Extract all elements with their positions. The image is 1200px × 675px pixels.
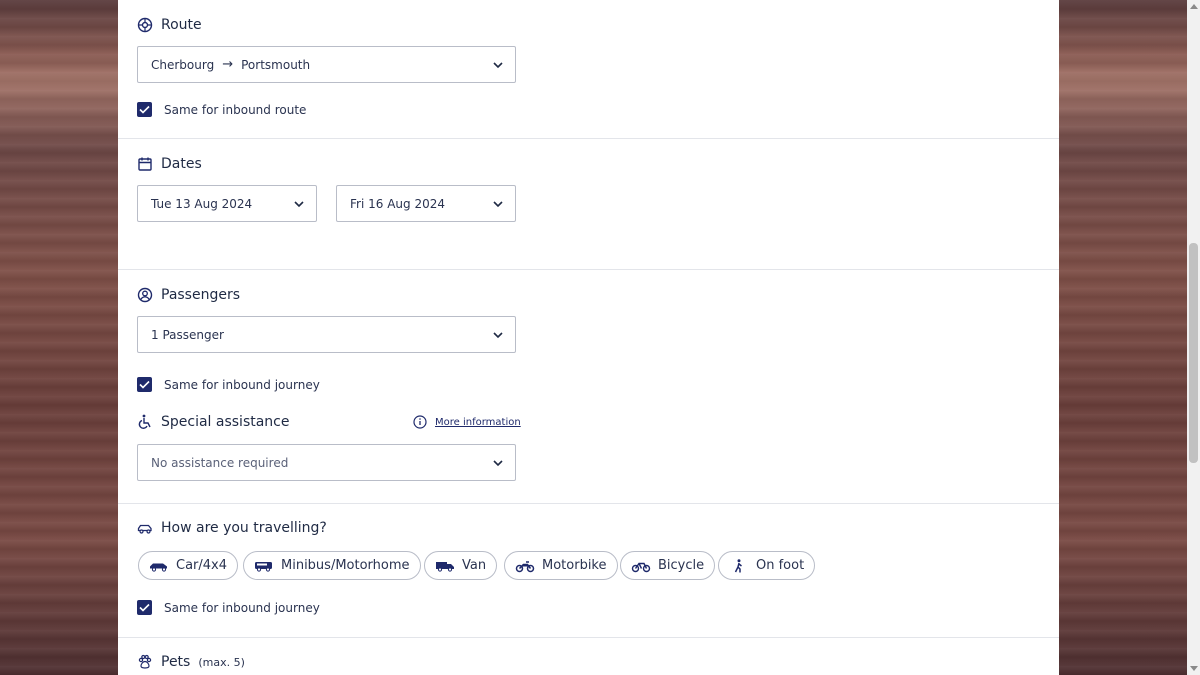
bicycle-icon: [631, 559, 651, 573]
travel-option-label: Bicycle: [658, 558, 705, 573]
booking-form-panel: Route Cherbourg → Portsmouth Same for in…: [118, 0, 1059, 675]
travel-option-bicycle[interactable]: Bicycle: [620, 551, 716, 580]
assistance-title: Special assistance: [161, 414, 290, 430]
checkbox-checked[interactable]: [137, 600, 152, 615]
chevron-down-icon: [493, 62, 503, 69]
route-same-checkbox-row[interactable]: Same for inbound route: [137, 102, 306, 117]
pets-header: Pets (max. 5): [137, 654, 245, 670]
chevron-down-icon: [294, 201, 304, 208]
assistance-header: Special assistance: [137, 414, 290, 430]
van-icon: [435, 559, 455, 573]
travel-option-car[interactable]: Car/4x4: [138, 551, 239, 580]
passengers-section: Passengers 1 Passenger Same for inbound …: [118, 270, 1059, 504]
more-information-text[interactable]: More information: [435, 417, 521, 428]
calendar-icon: [137, 156, 153, 172]
checkmark-icon: [139, 603, 150, 612]
dates-section: Dates Tue 13 Aug 2024 Fri 16 Aug 2024: [118, 139, 1059, 270]
vehicle-icon: [137, 520, 153, 536]
assistance-value: No assistance required: [151, 455, 289, 470]
checkmark-icon: [139, 380, 150, 389]
chevron-down-icon: [493, 332, 503, 339]
chevron-down-icon: [493, 201, 503, 208]
travel-option-label: Minibus/Motorhome: [281, 558, 410, 573]
passengers-same-label: Same for inbound journey: [164, 377, 320, 392]
route-icon: [137, 17, 153, 33]
outbound-date-select[interactable]: Tue 13 Aug 2024: [137, 185, 317, 222]
minibus-icon: [254, 559, 274, 573]
travel-option-on-foot[interactable]: On foot: [718, 551, 816, 580]
motorbike-icon: [515, 559, 535, 573]
route-header: Route: [137, 17, 202, 33]
passengers-header: Passengers: [137, 287, 240, 303]
dates-title: Dates: [161, 156, 202, 172]
travel-same-label: Same for inbound journey: [164, 600, 320, 615]
route-select[interactable]: Cherbourg → Portsmouth: [137, 46, 516, 83]
route-from: Cherbourg: [151, 57, 215, 72]
pets-title: Pets: [161, 654, 191, 670]
scroll-up-arrow-icon[interactable]: [1190, 4, 1198, 9]
passengers-title: Passengers: [161, 287, 241, 303]
more-information-link[interactable]: More information: [413, 415, 521, 429]
passengers-same-checkbox-row[interactable]: Same for inbound journey: [137, 377, 320, 392]
wheelchair-icon: [137, 414, 153, 430]
travel-option-minibus[interactable]: Minibus/Motorhome: [243, 551, 421, 580]
pets-section: Pets (max. 5): [118, 638, 1059, 675]
outbound-date-value: Tue 13 Aug 2024: [151, 196, 253, 211]
travel-option-van[interactable]: Van: [424, 551, 498, 580]
route-same-label: Same for inbound route: [164, 102, 307, 117]
travel-option-label: Motorbike: [542, 558, 607, 573]
walking-icon: [729, 558, 749, 573]
travel-same-checkbox-row[interactable]: Same for inbound journey: [137, 600, 320, 615]
travel-option-label: Car/4x4: [176, 558, 228, 573]
user-circle-icon: [137, 287, 153, 303]
pets-max-note: (max. 5): [198, 655, 245, 669]
route-to: Portsmouth: [241, 57, 311, 72]
passengers-select[interactable]: 1 Passenger: [137, 316, 516, 353]
paw-icon: [137, 654, 153, 670]
route-title: Route: [161, 17, 202, 33]
checkbox-checked[interactable]: [137, 377, 152, 392]
route-section: Route Cherbourg → Portsmouth Same for in…: [118, 0, 1059, 139]
passengers-value: 1 Passenger: [151, 327, 224, 342]
inbound-date-value: Fri 16 Aug 2024: [350, 196, 445, 211]
scroll-down-arrow-icon[interactable]: [1190, 666, 1198, 671]
travel-option-label: Van: [462, 558, 487, 573]
travel-header: How are you travelling?: [137, 520, 327, 536]
route-arrow: →: [222, 57, 234, 72]
assistance-select[interactable]: No assistance required: [137, 444, 516, 481]
page-scrollbar[interactable]: [1187, 0, 1200, 675]
travel-option-motorbike[interactable]: Motorbike: [504, 551, 618, 580]
checkmark-icon: [139, 105, 150, 114]
travel-title: How are you travelling?: [161, 520, 327, 536]
dates-header: Dates: [137, 156, 202, 172]
car-icon: [149, 559, 169, 573]
info-icon: [413, 415, 427, 429]
checkbox-checked[interactable]: [137, 102, 152, 117]
chevron-down-icon: [493, 460, 503, 467]
scrollbar-thumb[interactable]: [1189, 243, 1198, 463]
inbound-date-select[interactable]: Fri 16 Aug 2024: [336, 185, 516, 222]
travel-option-label: On foot: [756, 558, 805, 573]
